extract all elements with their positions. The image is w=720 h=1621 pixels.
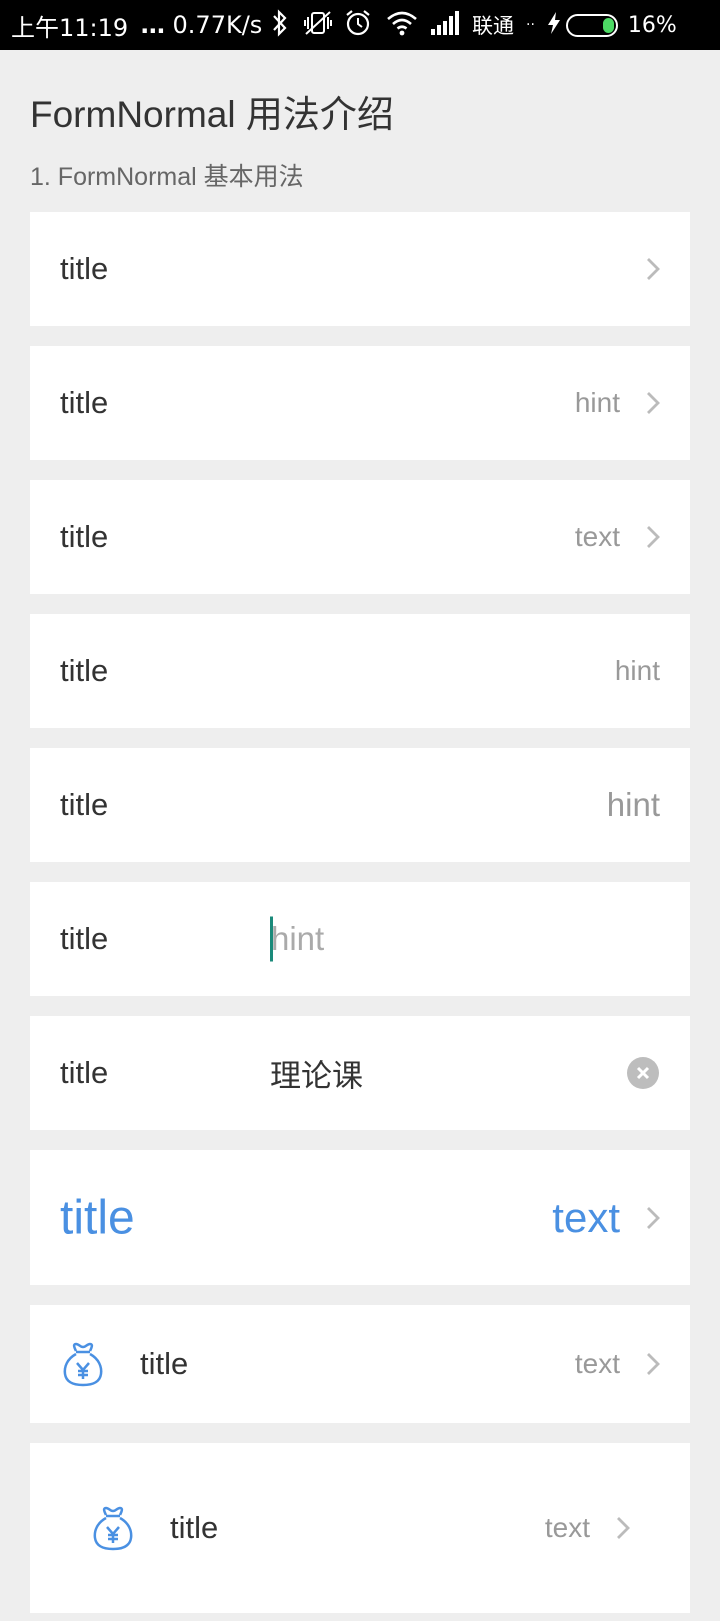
row-text: text [574, 521, 620, 552]
chevron-right-icon [647, 258, 660, 280]
row-title: title [60, 1191, 135, 1244]
row-title: title [60, 519, 109, 554]
signal-icon [430, 11, 462, 39]
notification-dots: ... [140, 11, 165, 39]
row-title: title [60, 921, 109, 956]
carrier-dots: ·· [526, 17, 535, 33]
money-bag-icon [93, 1506, 133, 1551]
form-row-hint-large[interactable]: title hint [30, 748, 690, 862]
row-title: title [60, 787, 109, 822]
row-hint: hint [614, 655, 660, 686]
form-row-large-blue[interactable]: title text [30, 1150, 690, 1285]
form-row-icon[interactable]: title text [30, 1305, 690, 1423]
form-row-icon-padded[interactable]: title text [30, 1443, 690, 1613]
battery-percent: 16% [627, 12, 677, 38]
network-speed: 0.77K/s [172, 11, 263, 39]
wifi-icon [386, 10, 418, 40]
form-row-arrow[interactable]: title [30, 212, 690, 326]
chevron-right-icon [647, 1206, 660, 1229]
input-value[interactable]: 理论课 [270, 1051, 363, 1096]
row-title: title [60, 385, 109, 420]
row-title: title [60, 1055, 109, 1090]
row-text: text [574, 1348, 620, 1379]
form-row-text-arrow[interactable]: title text [30, 480, 690, 594]
row-title: title [60, 251, 109, 286]
clear-icon[interactable] [627, 1057, 659, 1089]
chevron-right-icon [647, 392, 660, 414]
carrier-name: 联通 [472, 14, 514, 38]
clock: 上午11:19 [11, 13, 129, 42]
form-row-input-empty[interactable]: title hint [30, 882, 690, 996]
row-text: text [544, 1512, 590, 1543]
form-row-hint-arrow[interactable]: title hint [30, 346, 690, 460]
section-title: 1. FormNormal 基本用法 [30, 163, 304, 191]
form-row-hint[interactable]: title hint [30, 614, 690, 728]
status-bar-left: 上午11:19 ... 0.77K/s [11, 0, 262, 50]
row-hint: hint [606, 786, 660, 823]
row-title: title [170, 1510, 219, 1545]
input-placeholder[interactable]: hint [271, 920, 324, 958]
bluetooth-icon [270, 9, 290, 41]
alarm-icon [344, 9, 372, 41]
form-row-input-filled[interactable]: title 理论课 [30, 1016, 690, 1130]
vibrate-off-icon [302, 9, 334, 41]
status-bar-right: 联通 ·· 16% [270, 0, 677, 50]
money-bag-icon [63, 1342, 103, 1387]
row-title: title [140, 1346, 189, 1381]
page-title: FormNormal 用法介绍 [30, 94, 394, 135]
battery-fill [602, 17, 614, 33]
battery-icon [565, 13, 618, 37]
chevron-right-icon [647, 1353, 660, 1375]
chevron-right-icon [617, 1517, 630, 1539]
status-bar: 上午11:19 ... 0.77K/s 联通 ·· 16% [0, 0, 720, 50]
charging-icon [547, 11, 561, 39]
row-title: title [60, 653, 109, 688]
chevron-right-icon [647, 526, 660, 548]
row-text: text [552, 1193, 620, 1241]
row-hint: hint [574, 387, 620, 418]
